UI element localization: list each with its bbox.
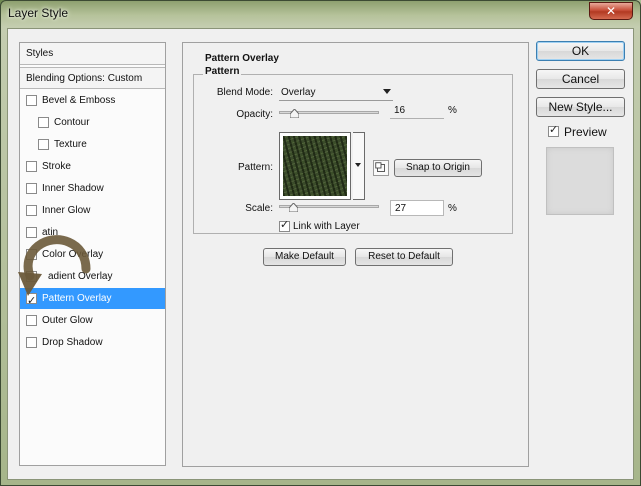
link-with-layer-checkbox[interactable]	[279, 218, 290, 232]
style-item-label: Contour	[54, 117, 90, 128]
preview-row[interactable]: Preview	[548, 123, 628, 139]
style-item-label: Stroke	[42, 161, 71, 172]
close-icon: ✕	[605, 4, 617, 18]
make-default-button[interactable]: Make Default	[263, 248, 346, 266]
style-item-outer-glow[interactable]: Outer Glow	[20, 310, 165, 331]
opacity-slider-thumb[interactable]	[290, 109, 299, 118]
scale-slider-thumb[interactable]	[289, 203, 298, 212]
inner-glow-checkbox[interactable]	[26, 205, 37, 216]
new-style-button[interactable]: New Style...	[536, 97, 625, 117]
style-item-label: Inner Shadow	[42, 183, 104, 194]
new-pattern-preset-button[interactable]	[373, 160, 389, 176]
pattern-picker-dropdown[interactable]	[353, 132, 365, 200]
blending-options-item[interactable]: Blending Options: Custom	[20, 67, 165, 89]
opacity-unit: %	[448, 105, 457, 116]
bevel-emboss-checkbox[interactable]	[26, 95, 37, 106]
preview-checkbox[interactable]	[548, 123, 559, 137]
window-title: Layer Style	[8, 6, 69, 20]
contour-checkbox[interactable]	[38, 117, 49, 128]
style-item-bevel-emboss[interactable]: Bevel & Emboss	[20, 90, 165, 111]
ok-button[interactable]: OK	[536, 41, 625, 61]
curved-arrow-icon	[18, 235, 91, 296]
style-item-label: Bevel & Emboss	[42, 95, 116, 106]
style-item-label: Outer Glow	[42, 315, 93, 326]
new-preset-icon	[375, 162, 385, 172]
close-button[interactable]: ✕	[589, 2, 633, 20]
drop-shadow-checkbox[interactable]	[26, 337, 37, 348]
style-item-drop-shadow[interactable]: Drop Shadow	[20, 332, 165, 353]
link-with-layer-row[interactable]: Link with Layer	[279, 218, 399, 235]
scale-unit: %	[448, 203, 457, 214]
preview-swatch	[546, 147, 614, 215]
preview-label: Preview	[564, 125, 607, 139]
dialog-body: Styles Blending Options: Custom Bevel & …	[7, 28, 634, 480]
styles-header[interactable]: Styles	[20, 43, 165, 65]
reset-to-default-button[interactable]: Reset to Default	[355, 248, 453, 266]
pattern-label: Pattern:	[237, 162, 273, 173]
pattern-overlay-panel: Pattern Overlay Pattern Blend Mode: Over…	[182, 42, 529, 467]
scale-input[interactable]: 27	[390, 200, 444, 216]
style-item-texture[interactable]: Texture	[20, 134, 165, 155]
blend-mode-label: Blend Mode:	[216, 87, 273, 98]
pattern-swatch[interactable]	[279, 132, 351, 200]
title-bar[interactable]: Layer Style ✕	[1, 1, 640, 27]
snap-to-origin-button[interactable]: Snap to Origin	[394, 159, 482, 177]
link-with-layer-label: Link with Layer	[293, 221, 360, 232]
scale-label: Scale:	[245, 203, 273, 214]
style-item-inner-glow[interactable]: Inner Glow	[20, 200, 165, 221]
blend-mode-value: Overlay	[281, 87, 316, 98]
section-title: Pattern Overlay	[205, 53, 279, 64]
style-item-inner-shadow[interactable]: Inner Shadow	[20, 178, 165, 199]
blend-mode-select[interactable]: Overlay	[279, 85, 393, 101]
outer-glow-checkbox[interactable]	[26, 315, 37, 326]
inner-shadow-checkbox[interactable]	[26, 183, 37, 194]
cancel-button[interactable]: Cancel	[536, 69, 625, 89]
opacity-input[interactable]: 16	[390, 103, 444, 119]
opacity-label: Opacity:	[236, 109, 273, 120]
layer-style-dialog: Layer Style ✕ Styles Blending Options: C…	[0, 0, 641, 486]
style-item-label: Texture	[54, 139, 87, 150]
texture-checkbox[interactable]	[38, 139, 49, 150]
style-item-contour[interactable]: Contour	[20, 112, 165, 133]
chevron-down-icon	[383, 89, 391, 94]
style-item-stroke[interactable]: Stroke	[20, 156, 165, 177]
stroke-checkbox[interactable]	[26, 161, 37, 172]
style-item-label: Inner Glow	[42, 205, 91, 216]
style-item-label: Drop Shadow	[42, 337, 103, 348]
group-title: Pattern	[203, 66, 242, 77]
